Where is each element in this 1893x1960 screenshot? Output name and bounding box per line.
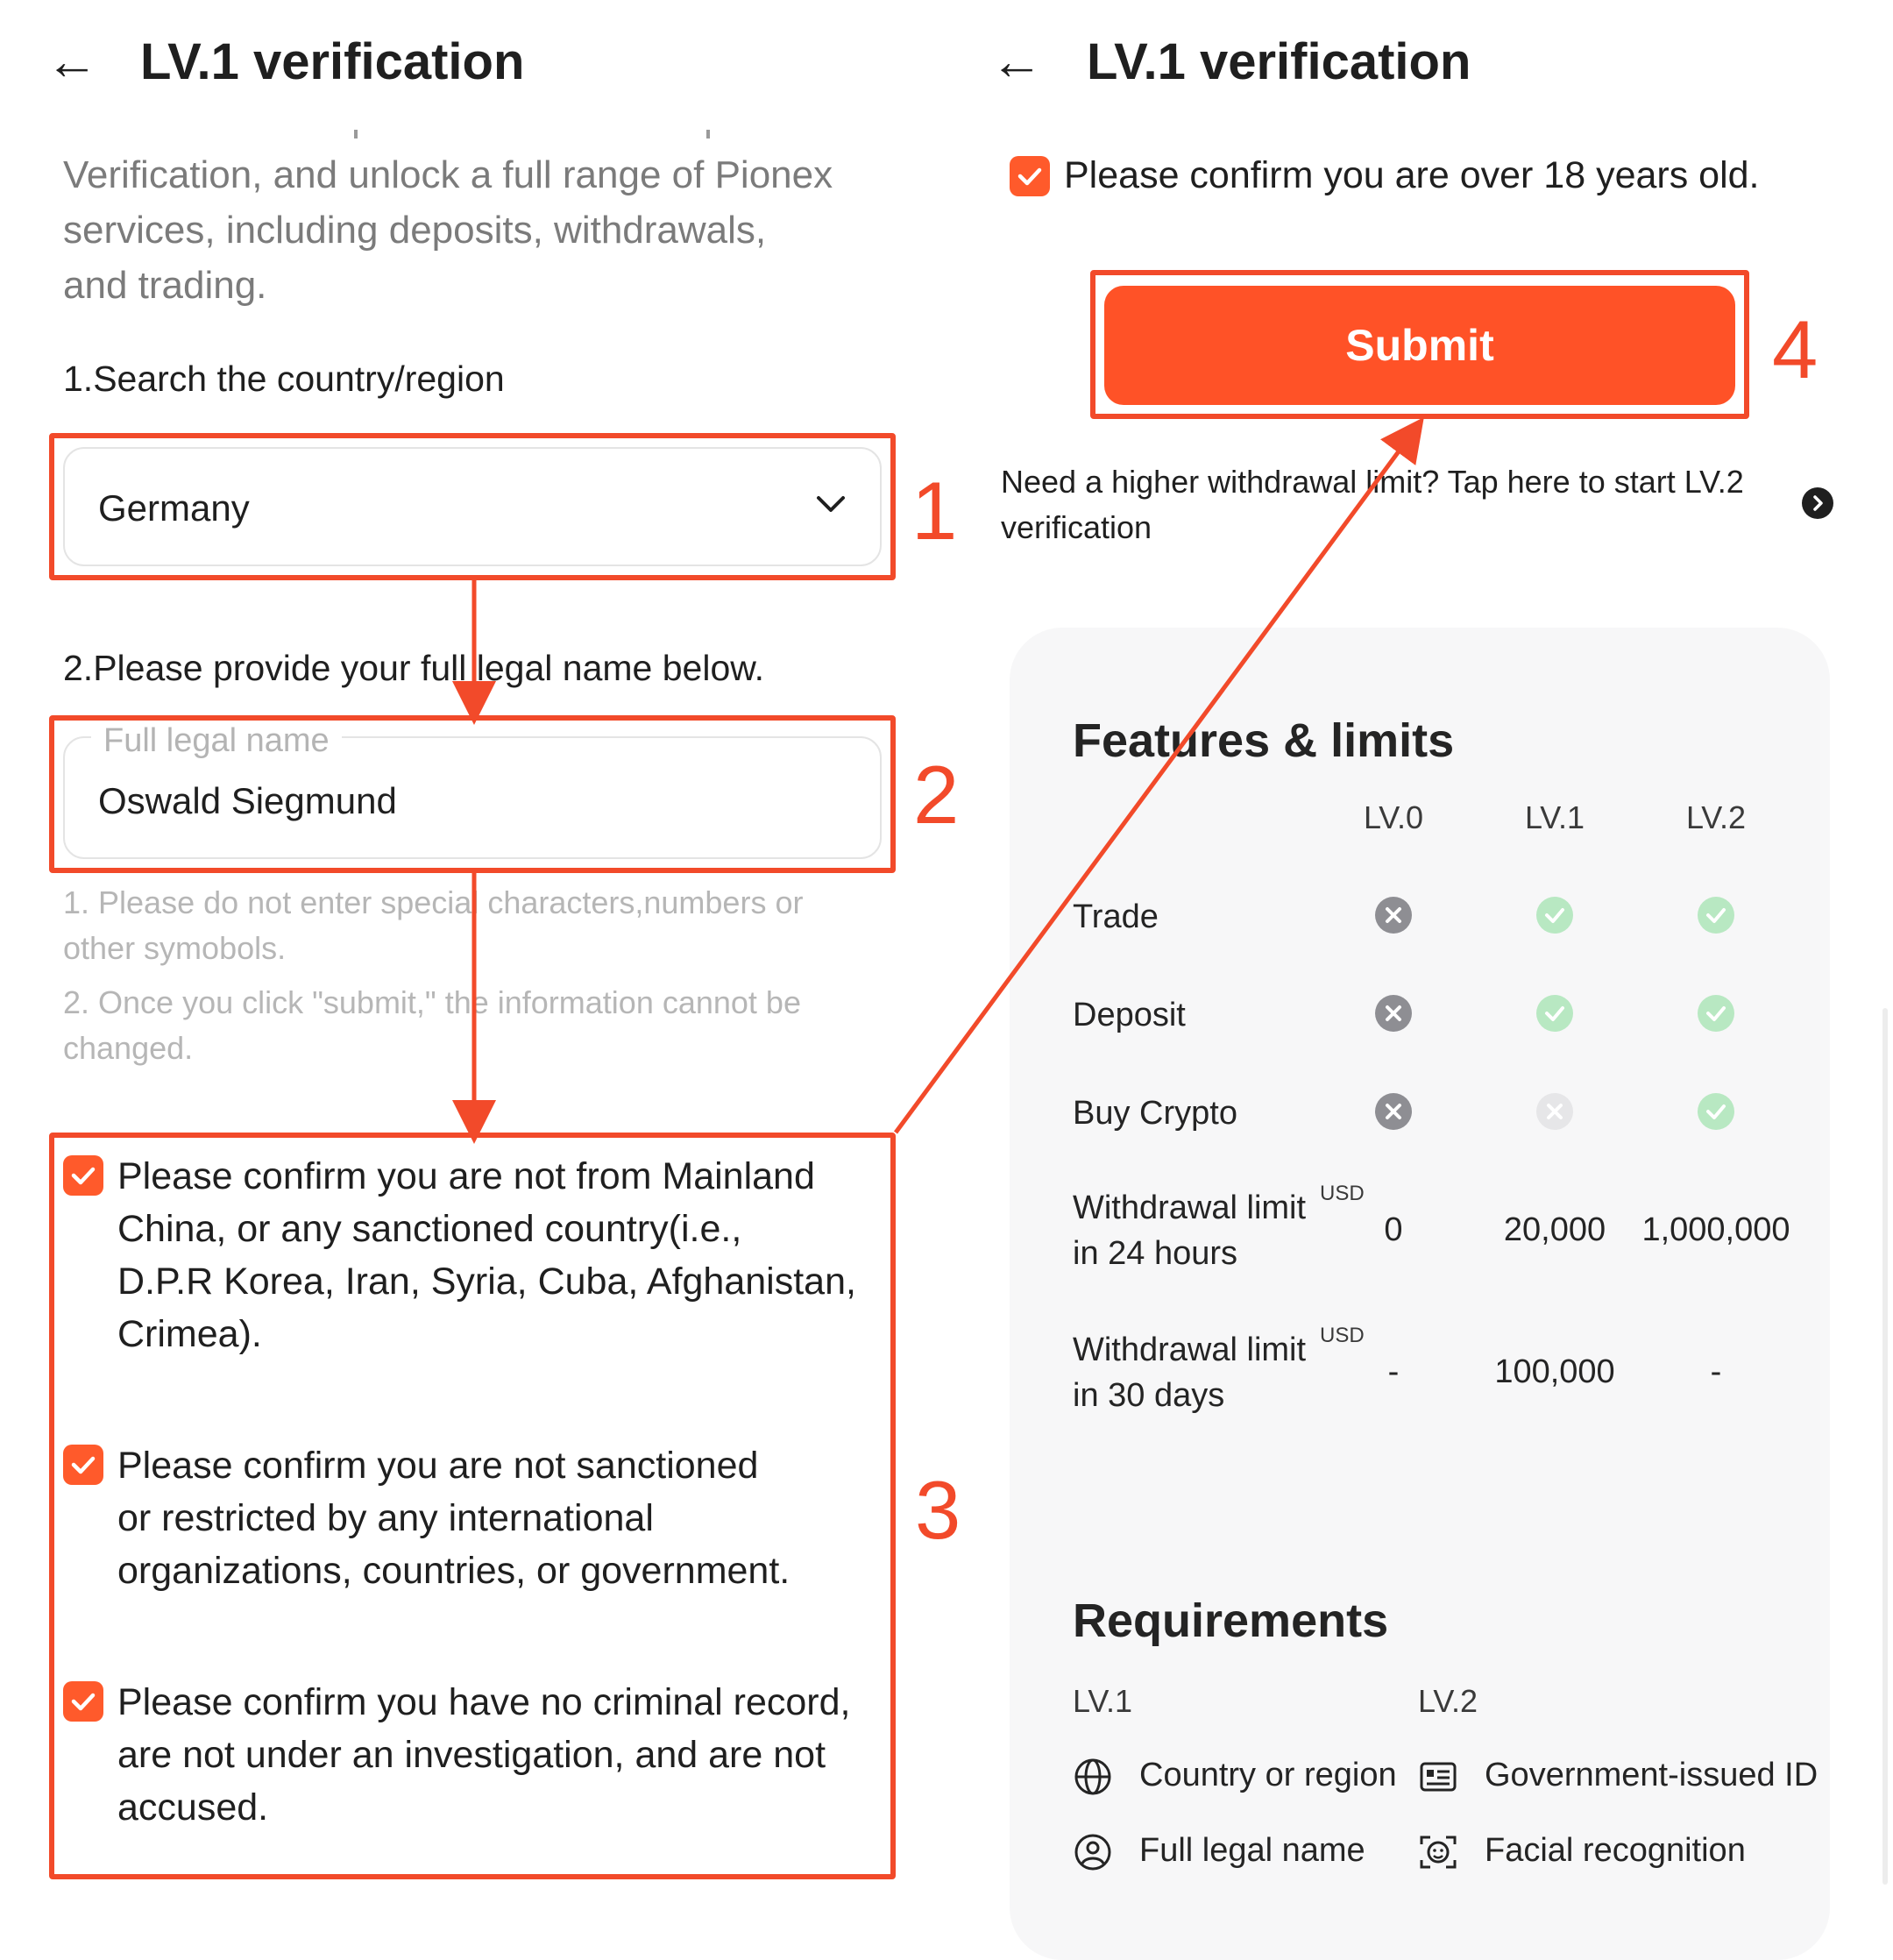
limit-24h-lv1: 20,000 (1503, 1211, 1606, 1248)
feature-label-deposit: Deposit (1073, 997, 1186, 1033)
confirm-text-3: Please confirm you have no criminal reco… (117, 1681, 851, 1829)
cross-circle-icon (1375, 897, 1412, 934)
checkmark-icon (71, 1693, 96, 1711)
country-select[interactable]: Germany (63, 447, 882, 566)
check-circle-icon (1536, 995, 1573, 1032)
level-header-lv1: LV.1 (1524, 799, 1585, 835)
check-circle-icon (1698, 897, 1734, 934)
requirement-face: Facial recognition (1485, 1832, 1746, 1869)
globe-icon (1074, 1758, 1111, 1795)
limit-label-30d: Withdrawal limit in 30 days (1073, 1332, 1307, 1414)
cross-circle-icon (1375, 1093, 1412, 1130)
limit-24h-lv0: 0 (1384, 1211, 1403, 1248)
feature-label-buy-crypto: Buy Crypto (1073, 1095, 1237, 1132)
age-confirm-text: Please confirm you are over 18 years old… (1064, 154, 1760, 196)
step2-label: 2.Please provide your full legal name be… (63, 648, 764, 688)
check-circle-icon (1698, 1093, 1734, 1130)
full-name-label: Full legal name (91, 721, 342, 761)
annotation-number-3: 3 (915, 1464, 961, 1556)
confirm-checkbox-2[interactable] (63, 1445, 103, 1485)
limit-30d-lv0: - (1387, 1353, 1400, 1390)
cross-circle-icon (1375, 995, 1412, 1032)
intro-text: Verification, and unlock a full range of… (63, 153, 833, 307)
scrollbar[interactable] (1882, 1008, 1888, 1885)
limit-30d-lv2: - (1710, 1353, 1722, 1390)
page-title: LV.1 verification (140, 33, 525, 90)
requirement-name: Full legal name (1139, 1832, 1365, 1869)
chevron-down-icon (817, 496, 845, 512)
annotation-number-2: 2 (913, 749, 960, 841)
country-value: Germany (98, 487, 250, 529)
clipped-text-fragment (354, 130, 358, 138)
checkmark-icon (71, 1167, 96, 1185)
cross-circle-light-icon (1536, 1093, 1573, 1130)
limit-30d-lv1: 100,000 (1494, 1353, 1615, 1390)
requirements-col-lv1: LV.1 (1073, 1683, 1133, 1719)
confirm-text-1: Please confirm you are not from Mainland… (117, 1155, 856, 1355)
id-card-icon (1420, 1762, 1457, 1792)
clipped-text-fragment (706, 130, 710, 138)
requirement-id: Government-issued ID (1485, 1757, 1819, 1793)
confirm-checkbox-1[interactable] (63, 1155, 103, 1196)
features-title: Features & limits (1073, 714, 1455, 767)
confirm-text-2: Please confirm you are not sanctioned or… (117, 1445, 791, 1592)
back-arrow-icon[interactable]: ← (46, 35, 98, 88)
feature-label-trade: Trade (1073, 898, 1159, 935)
checkmark-icon (1017, 167, 1042, 186)
chevron-right-circle-icon[interactable] (1802, 487, 1833, 519)
age-confirm-checkbox[interactable] (1010, 156, 1050, 196)
annotation-number-1: 1 (911, 465, 958, 557)
requirement-country: Country or region (1139, 1757, 1397, 1793)
requirements-col-lv2: LV.2 (1418, 1683, 1478, 1719)
step1-label: 1.Search the country/region (63, 359, 505, 399)
check-circle-icon (1536, 897, 1573, 934)
face-scan-icon (1420, 1836, 1457, 1869)
annotation-number-4: 4 (1772, 303, 1819, 395)
level-header-lv0: LV.0 (1363, 799, 1424, 835)
submit-button[interactable]: Submit (1104, 286, 1735, 405)
lv2-upgrade-link[interactable]: Need a higher withdrawal limit? Tap here… (1001, 459, 1807, 550)
name-hint-2: 2. Once you click "submit," the informat… (63, 984, 801, 1066)
check-circle-icon (1698, 995, 1734, 1032)
page-title: LV.1 verification (1087, 33, 1471, 90)
level-header-lv2: LV.2 (1685, 799, 1747, 835)
user-icon (1074, 1834, 1111, 1871)
full-name-value: Oswald Siegmund (98, 780, 397, 821)
requirements-title: Requirements (1073, 1594, 1389, 1647)
checkmark-icon (71, 1456, 96, 1474)
confirm-checkbox-3[interactable] (63, 1681, 103, 1722)
name-hint-1: 1. Please do not enter special character… (63, 884, 804, 966)
limit-24h-lv2: 1,000,000 (1641, 1211, 1790, 1248)
limit-unit-30d: USD (1320, 1324, 1365, 1347)
limit-unit-24h: USD (1320, 1182, 1365, 1205)
limit-label-24h: Withdrawal limit in 24 hours (1073, 1189, 1307, 1272)
back-arrow-icon[interactable]: ← (990, 35, 1043, 88)
